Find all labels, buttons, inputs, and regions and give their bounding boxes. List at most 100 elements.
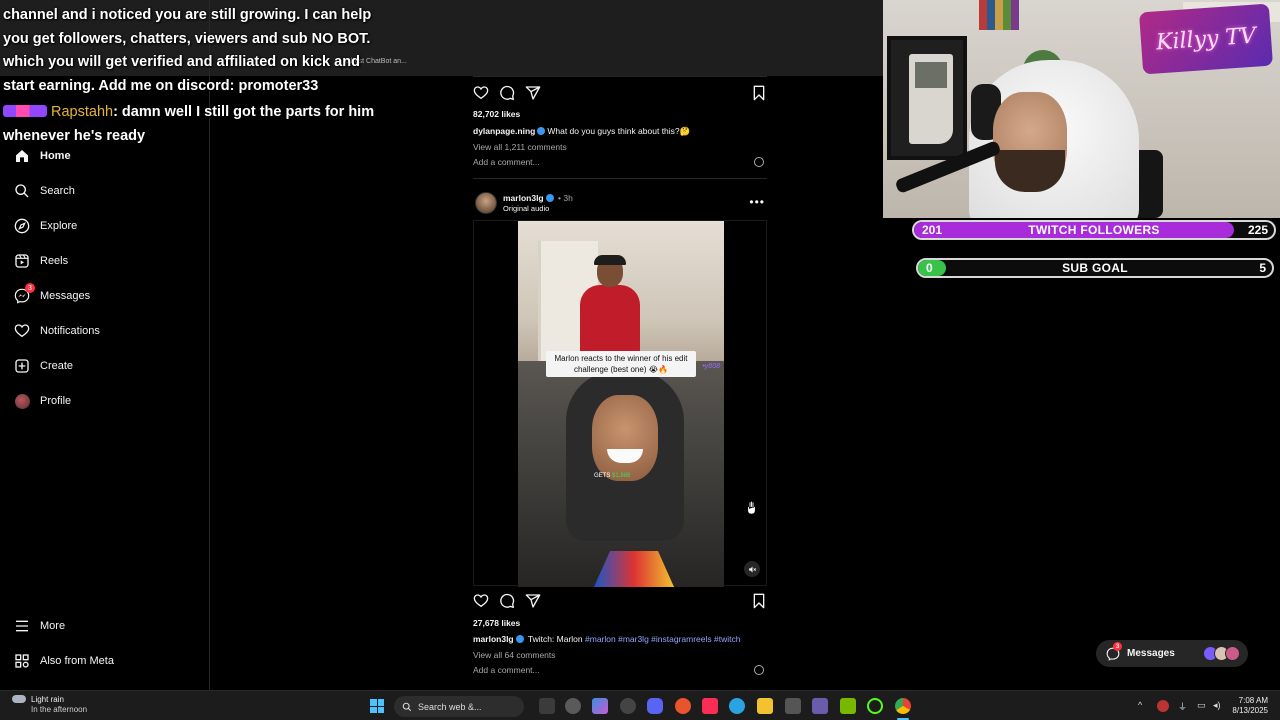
taskbar-search[interactable]: Search web &...: [394, 696, 524, 717]
weather-title: Light rain: [31, 695, 64, 704]
post-divider: [473, 178, 767, 179]
messages-badge: 3: [25, 283, 35, 293]
taskbar-search-label: Search web &...: [418, 701, 482, 712]
post1-actions: [473, 84, 767, 102]
nvidia-icon[interactable]: [840, 698, 856, 714]
chat-badges-icon: [3, 105, 47, 117]
tray-app-icon[interactable]: [1157, 700, 1169, 712]
channel-logo: Killyy TV: [1138, 3, 1274, 75]
chat-username: Rapstahh: [51, 104, 114, 120]
video-overlay-text: GETS $1,888: [594, 473, 631, 479]
avatar[interactable]: [475, 192, 497, 214]
volume-icon[interactable]: ◂): [1213, 700, 1221, 711]
post2-user-line: marlon3lg • 3h: [503, 193, 573, 203]
app-icon[interactable]: [812, 698, 828, 714]
post2-likes[interactable]: 27,678 likes: [473, 618, 520, 628]
telegram-icon[interactable]: [729, 698, 745, 714]
verified-icon: [515, 635, 524, 643]
post2-username[interactable]: marlon3lg: [503, 193, 544, 203]
media-edge: [473, 76, 767, 77]
post1-username[interactable]: dylanpage.ning: [473, 126, 535, 136]
comment-icon[interactable]: [499, 85, 515, 101]
post2-media[interactable]: GETS $1,888 •y808 Marlon reacts to the w…: [473, 220, 767, 587]
bookmark-icon[interactable]: [751, 85, 767, 101]
chat-line: which you will get verified and affiliat…: [3, 54, 360, 70]
followers-goal-bar: TWITCH FOLLOWERS 201 225: [912, 220, 1276, 240]
sidebar-item-notifications[interactable]: Notifications: [14, 316, 100, 346]
post1-likes[interactable]: 82,702 likes: [473, 109, 520, 119]
display-icon[interactable]: ▭: [1197, 700, 1206, 711]
microphone-icon[interactable]: ⏚: [1178, 700, 1187, 713]
post2-username[interactable]: marlon3lg: [473, 634, 514, 644]
sidebar-item-label: More: [40, 620, 66, 632]
windows-start-icon[interactable]: [370, 699, 384, 713]
settings-icon[interactable]: [620, 698, 636, 714]
music-icon[interactable]: [702, 698, 718, 714]
sidebar-item-explore[interactable]: Explore: [14, 211, 77, 241]
post2-hashtags[interactable]: #marlon #mar3lg #instagramreels #twitch: [585, 634, 740, 644]
emoji-icon[interactable]: [754, 157, 764, 167]
taskbar-clock[interactable]: 7:08 AM 8/13/2025: [1232, 696, 1268, 716]
verified-icon: [545, 194, 554, 202]
chat-line: start earning. Add me on discord: promot…: [3, 78, 319, 94]
hamburger-icon: [14, 618, 30, 634]
sidebar-item-messages[interactable]: 3 Messages: [14, 281, 90, 311]
like-icon[interactable]: [473, 85, 489, 101]
app-icon[interactable]: [675, 698, 691, 714]
post2-audio[interactable]: Original audio: [503, 204, 549, 213]
taskbar: Light rain In the afternoon Search web &…: [0, 690, 1280, 720]
sidebar-item-home[interactable]: Home: [14, 141, 71, 171]
emoji-icon[interactable]: [754, 665, 764, 675]
sidebar-item-create[interactable]: Create: [14, 351, 73, 381]
share-icon[interactable]: [525, 85, 541, 101]
speaker-muted-icon: [748, 566, 756, 572]
post2-add-comment[interactable]: Add a comment...: [473, 665, 540, 675]
app-icon[interactable]: [565, 698, 581, 714]
clock-date: 8/13/2025: [1232, 706, 1268, 715]
sidebar-item-also-from-meta[interactable]: Also from Meta: [14, 646, 114, 676]
search-icon: [14, 183, 30, 199]
goal-label: TWITCH FOLLOWERS: [1028, 223, 1160, 237]
sidebar-item-search[interactable]: Search: [14, 176, 75, 206]
video-bottom-frame: GETS $1,888 •y808: [518, 361, 724, 587]
post2-caption: marlon3lg Twitch: Marlon #marlon #mar3lg…: [473, 634, 740, 644]
store-icon[interactable]: [785, 698, 801, 714]
messages-pill-button[interactable]: 3 Messages: [1096, 640, 1248, 667]
share-icon[interactable]: [525, 593, 541, 609]
sidebar-item-label: Search: [40, 185, 75, 197]
bookmark-icon[interactable]: [751, 593, 767, 609]
chat-line: channel and i noticed you are still grow…: [3, 7, 372, 23]
discord-icon[interactable]: [647, 698, 663, 714]
chrome-icon[interactable]: [895, 698, 911, 714]
post1-add-comment[interactable]: Add a comment...: [473, 157, 540, 167]
post2-view-comments[interactable]: View all 64 comments: [473, 650, 556, 660]
goal-current: 0: [926, 261, 933, 275]
copilot-icon[interactable]: [592, 698, 608, 714]
more-options-icon[interactable]: •••: [749, 195, 765, 209]
comment-icon[interactable]: [499, 593, 515, 609]
sidebar-item-more[interactable]: More: [14, 611, 65, 641]
gameboy-poster: [887, 36, 967, 160]
video-top-frame: [518, 221, 724, 361]
tray-overflow-icon[interactable]: ^: [1138, 700, 1142, 710]
sidebar-item-label: Explore: [40, 220, 78, 232]
goal-label: SUB GOAL: [1062, 261, 1128, 275]
file-explorer-icon[interactable]: [757, 698, 773, 714]
sidebar-item-label: Create: [40, 360, 74, 372]
plus-square-icon: [14, 358, 30, 374]
goal-current: 201: [922, 223, 943, 237]
post2-actions: [473, 592, 767, 610]
sidebar-item-profile[interactable]: Profile: [14, 386, 71, 416]
video-tag: •y808: [702, 363, 720, 370]
sub-goal-bar: SUB GOAL 0 5: [916, 258, 1274, 278]
sidebar-item-reels[interactable]: Reels: [14, 246, 68, 276]
video-person: [574, 255, 644, 361]
weather-widget[interactable]: Light rain In the afternoon: [12, 695, 87, 715]
like-icon[interactable]: [473, 593, 489, 609]
mute-button[interactable]: [744, 561, 760, 577]
app-icon[interactable]: [867, 698, 883, 714]
messenger-icon: 3: [14, 283, 35, 304]
task-view-icon[interactable]: [539, 698, 555, 714]
post1-view-comments[interactable]: View all 1,211 comments: [473, 142, 567, 152]
reel-video[interactable]: GETS $1,888 •y808 Marlon reacts to the w…: [518, 221, 724, 587]
